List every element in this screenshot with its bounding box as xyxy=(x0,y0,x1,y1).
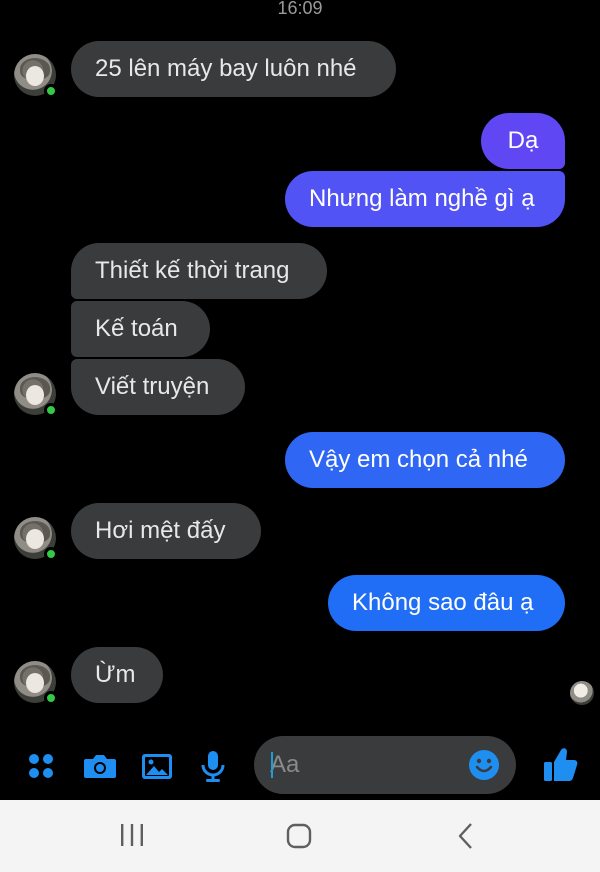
recent-apps-icon[interactable] xyxy=(112,820,152,852)
microphone-icon[interactable] xyxy=(195,748,231,784)
thumbs-up-icon[interactable] xyxy=(541,744,579,784)
back-icon[interactable] xyxy=(446,820,486,852)
text-caret xyxy=(271,752,273,778)
online-status-dot xyxy=(44,84,58,98)
smiley-icon[interactable] xyxy=(468,749,500,781)
message-bubble-incoming[interactable]: Viết truyện xyxy=(71,359,245,415)
home-icon[interactable] xyxy=(279,820,319,852)
message-input[interactable] xyxy=(270,736,450,794)
camera-icon[interactable] xyxy=(82,748,118,784)
contact-avatar[interactable] xyxy=(14,517,58,561)
contact-avatar[interactable] xyxy=(14,54,58,98)
message-bubble-outgoing[interactable]: Vậy em chọn cả nhé xyxy=(285,432,565,488)
message-bubble-outgoing[interactable]: Dạ xyxy=(481,113,565,169)
gallery-icon[interactable] xyxy=(139,748,175,784)
message-bubble-outgoing[interactable]: Nhưng làm nghề gì ạ xyxy=(285,171,565,227)
message-input-container[interactable] xyxy=(254,736,516,794)
message-bubble-outgoing[interactable]: Không sao đâu ạ xyxy=(328,575,565,631)
message-bubble-incoming[interactable]: Kế toán xyxy=(71,301,210,357)
message-bubble-incoming[interactable]: 25 lên máy bay luôn nhé xyxy=(71,41,396,97)
message-bubble-incoming[interactable]: Hơi mệt đấy xyxy=(71,503,261,559)
android-navigation-bar xyxy=(0,800,600,872)
message-composer xyxy=(0,734,600,798)
seen-receipt-avatar xyxy=(570,681,594,705)
contact-avatar[interactable] xyxy=(14,373,58,417)
online-status-dot xyxy=(44,547,58,561)
online-status-dot xyxy=(44,403,58,417)
contact-avatar[interactable] xyxy=(14,661,58,705)
message-bubble-incoming[interactable]: Ừm xyxy=(71,647,163,703)
status-time: 16:09 xyxy=(277,0,323,18)
online-status-dot xyxy=(44,691,58,705)
apps-grid-icon[interactable] xyxy=(23,748,59,784)
message-bubble-incoming[interactable]: Thiết kế thời trang xyxy=(71,243,327,299)
